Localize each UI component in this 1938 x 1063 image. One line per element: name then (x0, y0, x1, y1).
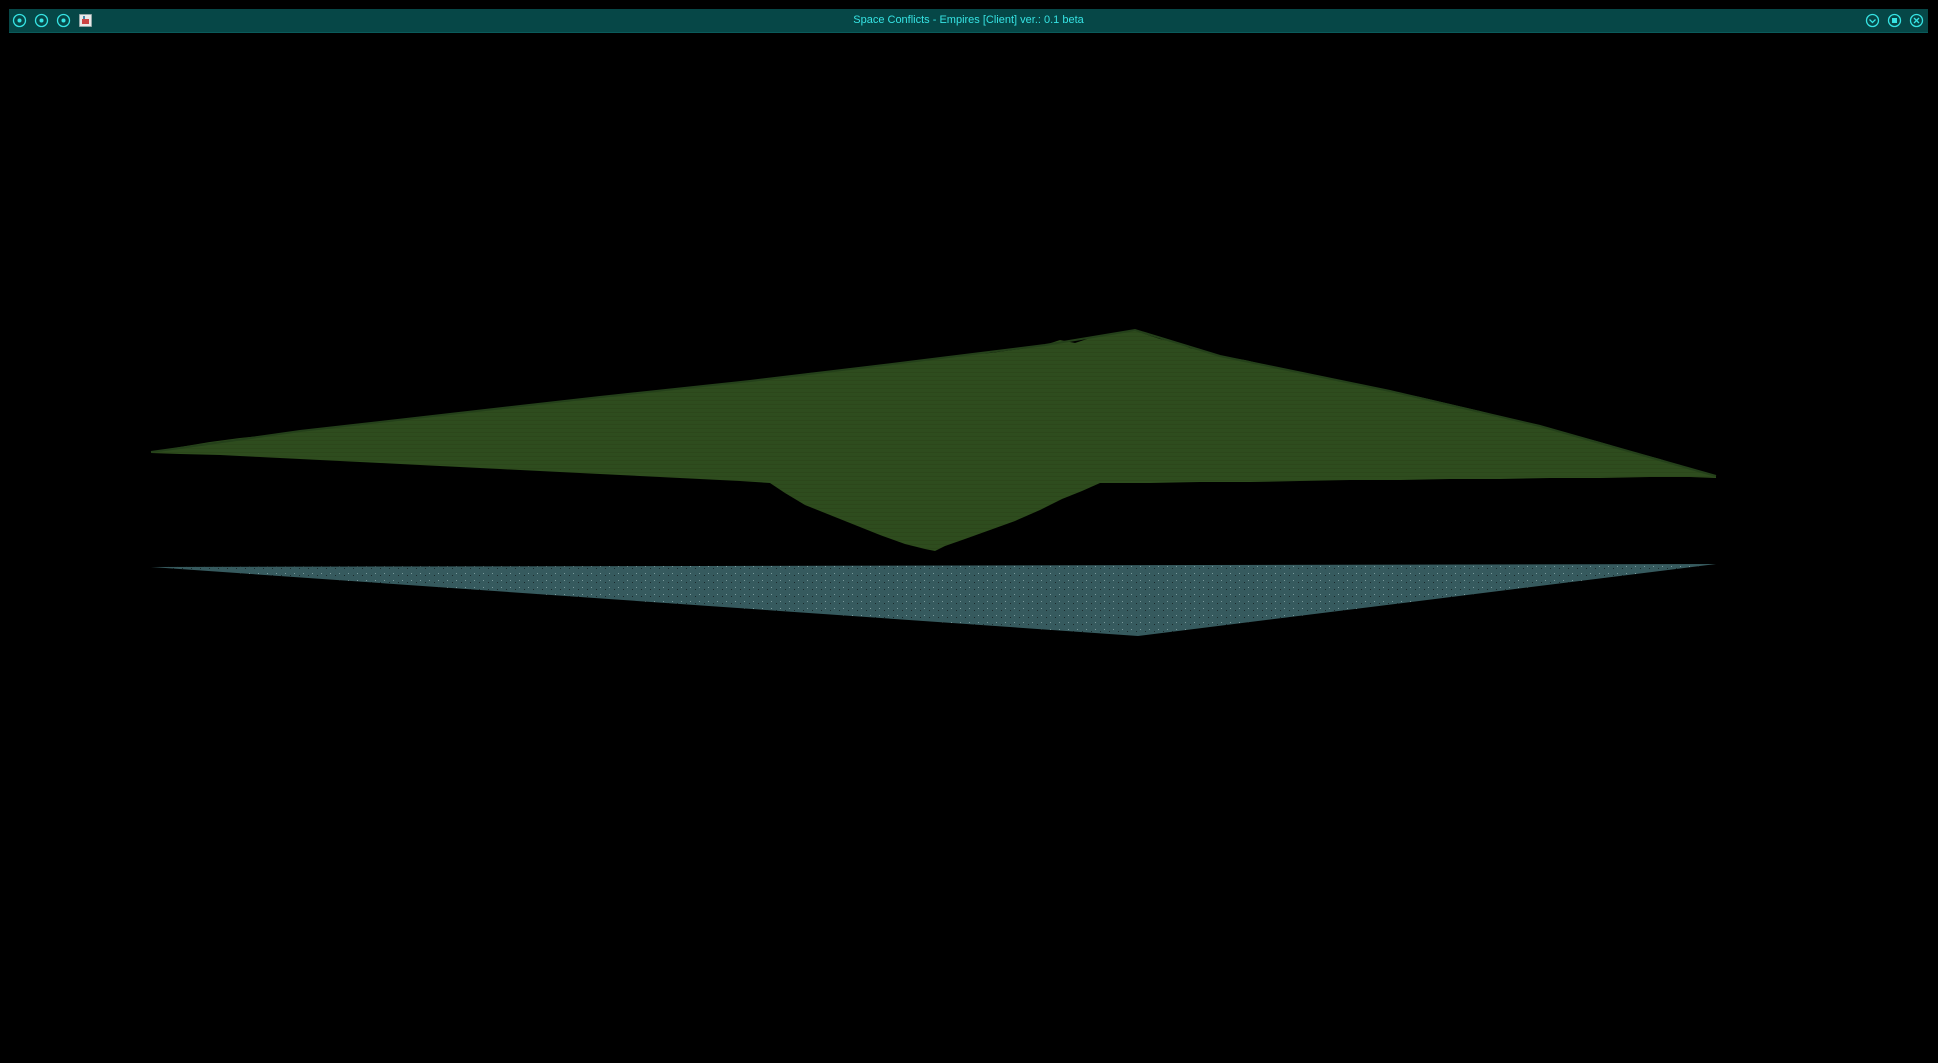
close-icon[interactable] (1909, 13, 1924, 28)
title-bar[interactable]: Space Conflicts - Empires [Client] ver.:… (9, 9, 1928, 33)
maximize-icon[interactable] (1887, 13, 1902, 28)
minimize-icon[interactable] (1865, 13, 1880, 28)
game-window: Space Conflicts - Empires [Client] ver.:… (0, 0, 1938, 1063)
terrain-surface (151, 330, 1716, 551)
window-title: Space Conflicts - Empires [Client] ver.:… (853, 14, 1084, 26)
water-plane (151, 564, 1716, 636)
3d-viewport[interactable] (0, 33, 1938, 1063)
